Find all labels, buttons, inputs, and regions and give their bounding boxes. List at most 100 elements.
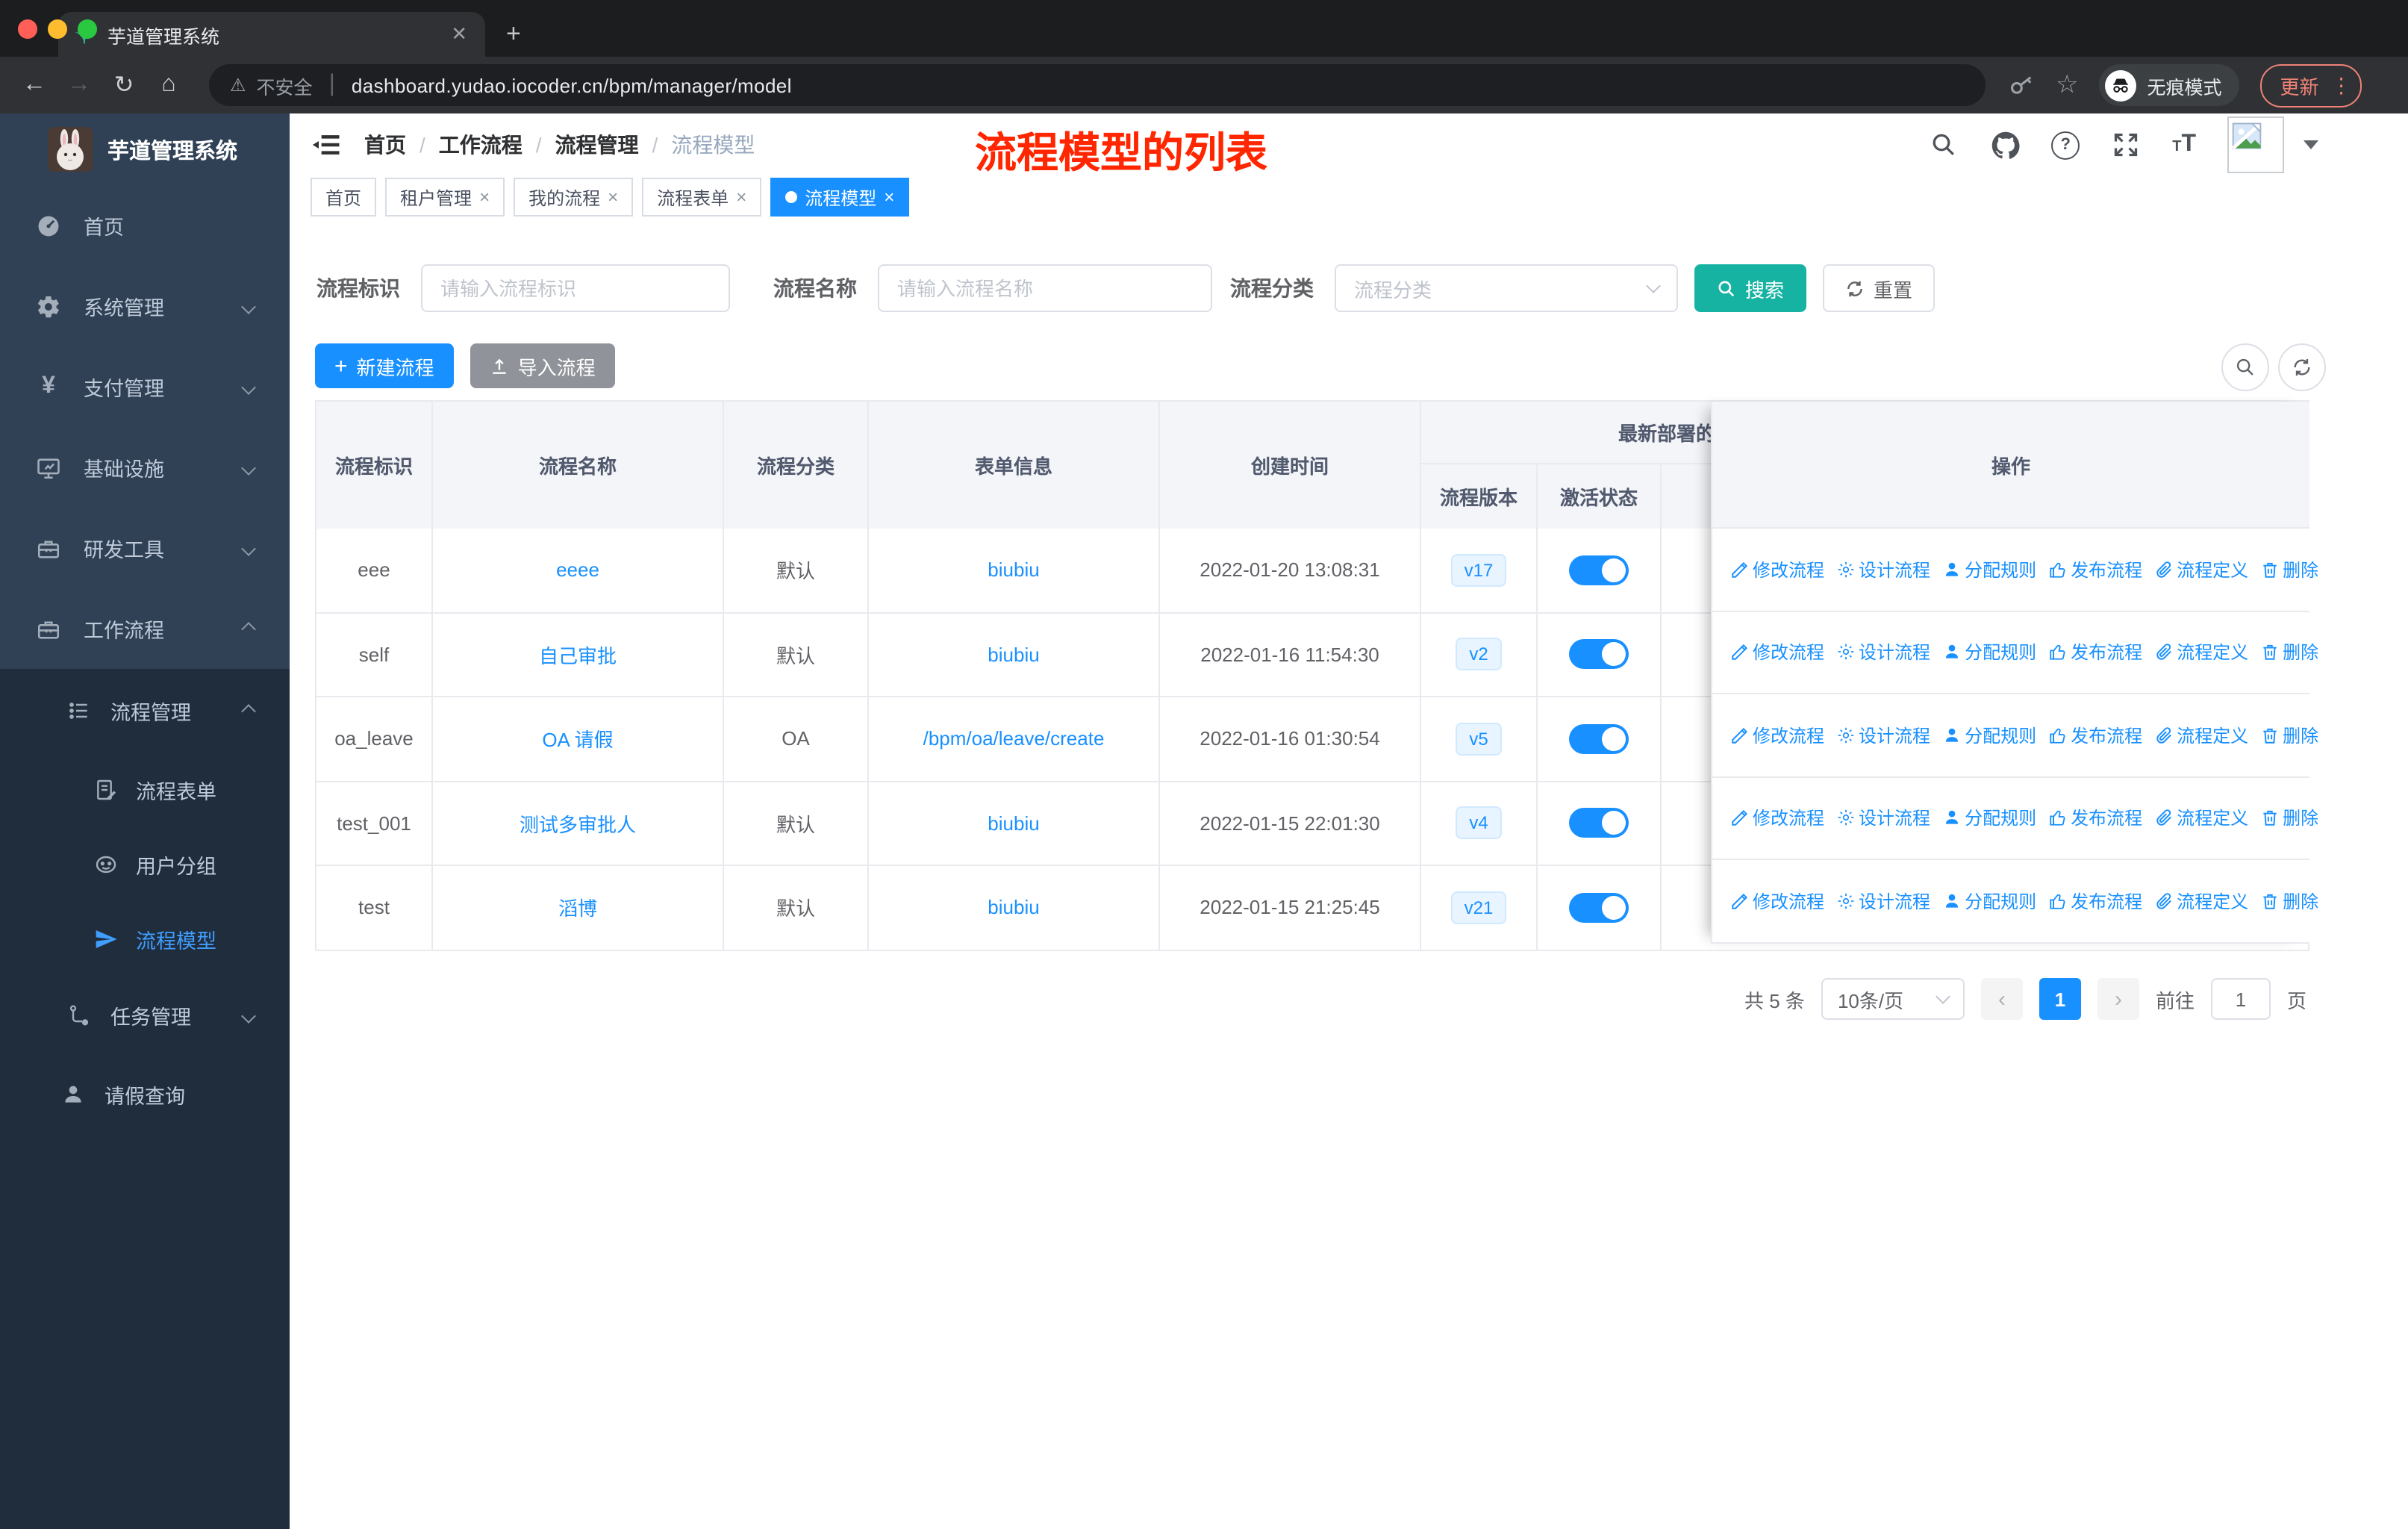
search-button[interactable]: 搜索 — [1694, 264, 1807, 312]
sidebar-item-process-form[interactable]: 流程表单 — [0, 753, 290, 827]
action-assign-rule[interactable]: 分配规则 — [1942, 640, 2036, 665]
action-process-definition[interactable]: 流程定义 — [2154, 723, 2248, 748]
create-process-button[interactable]: + 新建流程 — [315, 343, 454, 388]
row-form-link[interactable]: biubiu — [988, 897, 1039, 919]
action-assign-rule[interactable]: 分配规则 — [1942, 806, 2036, 831]
row-name-link[interactable]: OA 请假 — [542, 725, 613, 753]
minimize-window-button[interactable] — [48, 19, 67, 39]
tab-close-icon[interactable]: ✕ — [448, 22, 470, 46]
process-name-input[interactable] — [878, 264, 1212, 312]
sidebar-item-task-mgmt[interactable]: 任务管理 — [0, 977, 290, 1054]
sidebar-fold-icon[interactable] — [311, 128, 343, 161]
avatar[interactable] — [2227, 116, 2284, 173]
sidebar-item-workflow[interactable]: 工作流程 — [0, 588, 290, 669]
action-process-definition[interactable]: 流程定义 — [2154, 640, 2248, 665]
action-publish-process[interactable]: 发布流程 — [2048, 557, 2142, 582]
prev-page-button[interactable]: ‹ — [1980, 978, 2023, 1020]
action-edit-process[interactable]: 修改流程 — [1730, 806, 1824, 831]
action-assign-rule[interactable]: 分配规则 — [1942, 888, 2036, 914]
tag-流程表单[interactable]: 流程表单 × — [642, 178, 762, 217]
sidebar-item-payment[interactable]: ¥ 支付管理 — [0, 346, 290, 427]
action-edit-process[interactable]: 修改流程 — [1730, 557, 1824, 582]
toggle-search-button[interactable] — [2221, 343, 2269, 391]
action-process-definition[interactable]: 流程定义 — [2154, 557, 2248, 582]
row-form-link[interactable]: biubiu — [988, 559, 1039, 582]
sidebar-item-system[interactable]: 系统管理 — [0, 266, 290, 346]
action-delete[interactable]: 删除 — [2260, 888, 2318, 914]
tag-首页[interactable]: 首页 — [311, 178, 377, 217]
close-icon[interactable]: × — [884, 187, 894, 208]
action-assign-rule[interactable]: 分配规则 — [1942, 557, 2036, 582]
address-bar[interactable]: ⚠ 不安全 | dashboard.yudao.iocoder.cn/bpm/m… — [209, 64, 1986, 106]
process-category-select[interactable]: 流程分类 — [1335, 264, 1678, 312]
sidebar-item-leave-query[interactable]: 请假查询 — [0, 1054, 290, 1135]
close-window-button[interactable] — [18, 19, 37, 39]
sidebar-item-home[interactable]: 首页 — [0, 185, 290, 266]
action-edit-process[interactable]: 修改流程 — [1730, 640, 1824, 665]
action-design-process[interactable]: 设计流程 — [1836, 806, 1930, 831]
help-icon[interactable]: ? — [2051, 131, 2080, 159]
action-edit-process[interactable]: 修改流程 — [1730, 723, 1824, 748]
action-publish-process[interactable]: 发布流程 — [2048, 723, 2142, 748]
action-edit-process[interactable]: 修改流程 — [1730, 888, 1824, 914]
search-icon[interactable] — [1929, 130, 1959, 160]
row-active-toggle[interactable] — [1569, 892, 1629, 923]
tag-租户管理[interactable]: 租户管理 × — [385, 178, 505, 217]
reset-button[interactable]: 重置 — [1823, 264, 1936, 312]
current-page-button[interactable]: 1 — [2039, 978, 2081, 1020]
action-process-definition[interactable]: 流程定义 — [2154, 806, 2248, 831]
refresh-table-button[interactable] — [2278, 343, 2326, 391]
row-name-link[interactable]: 自己审批 — [539, 641, 617, 669]
row-active-toggle[interactable] — [1569, 808, 1629, 838]
tag-我的流程[interactable]: 我的流程 × — [514, 178, 634, 217]
action-delete[interactable]: 删除 — [2260, 723, 2318, 748]
sidebar-item-process-mgmt[interactable]: 流程管理 — [0, 669, 290, 753]
action-design-process[interactable]: 设计流程 — [1836, 723, 1930, 748]
process-key-input[interactable] — [421, 264, 730, 312]
next-page-button[interactable]: › — [2097, 978, 2139, 1020]
key-icon[interactable] — [2009, 72, 2035, 98]
close-icon[interactable]: × — [479, 187, 490, 208]
bookmark-star-icon[interactable]: ☆ — [2056, 70, 2079, 100]
row-form-link[interactable]: biubiu — [988, 812, 1039, 835]
breadcrumb-item[interactable]: 流程管理 — [555, 130, 639, 160]
row-active-toggle[interactable] — [1569, 723, 1629, 754]
breadcrumb-item[interactable]: 首页 — [364, 130, 406, 160]
action-assign-rule[interactable]: 分配规则 — [1942, 723, 2036, 748]
fullscreen-icon[interactable] — [2111, 130, 2141, 160]
action-delete[interactable]: 删除 — [2260, 806, 2318, 831]
row-active-toggle[interactable] — [1569, 639, 1629, 670]
close-icon[interactable]: × — [608, 187, 618, 208]
update-menu-button[interactable]: 更新 ⋮ — [2260, 63, 2362, 107]
action-publish-process[interactable]: 发布流程 — [2048, 806, 2142, 831]
action-publish-process[interactable]: 发布流程 — [2048, 640, 2142, 665]
row-active-toggle[interactable] — [1569, 555, 1629, 585]
action-publish-process[interactable]: 发布流程 — [2048, 888, 2142, 914]
github-icon[interactable] — [1990, 130, 2020, 160]
sidebar-item-user-group[interactable]: 用户分组 — [0, 827, 290, 902]
action-design-process[interactable]: 设计流程 — [1836, 888, 1930, 914]
row-name-link[interactable]: 测试多审批人 — [520, 809, 636, 838]
maximize-window-button[interactable] — [78, 19, 97, 39]
goto-page-input[interactable] — [2210, 978, 2271, 1020]
reload-button[interactable]: ↻ — [105, 70, 143, 100]
action-design-process[interactable]: 设计流程 — [1836, 640, 1930, 665]
action-delete[interactable]: 删除 — [2260, 557, 2318, 582]
breadcrumb-item[interactable]: 工作流程 — [439, 130, 523, 160]
font-size-icon[interactable]: TT — [2172, 131, 2196, 158]
page-size-select[interactable]: 10条/页 — [1821, 978, 1965, 1020]
row-form-link[interactable]: /bpm/oa/leave/create — [923, 728, 1105, 750]
caret-down-icon[interactable] — [2303, 140, 2318, 149]
action-process-definition[interactable]: 流程定义 — [2154, 888, 2248, 914]
new-tab-button[interactable]: + — [506, 19, 521, 49]
sidebar-item-process-model[interactable]: 流程模型 — [0, 902, 290, 977]
sidebar-item-devtools[interactable]: 研发工具 — [0, 508, 290, 588]
close-icon[interactable]: × — [736, 187, 746, 208]
home-button[interactable]: ⌂ — [149, 72, 188, 99]
row-form-link[interactable]: biubiu — [988, 644, 1039, 666]
tag-流程模型[interactable]: 流程模型 × — [770, 178, 910, 217]
browser-tab[interactable]: 芋道管理系统 ✕ — [58, 12, 485, 57]
menu-dots-icon[interactable]: ⋮ — [2331, 72, 2352, 98]
row-name-link[interactable]: eeee — [556, 559, 599, 582]
import-process-button[interactable]: 导入流程 — [470, 343, 615, 388]
